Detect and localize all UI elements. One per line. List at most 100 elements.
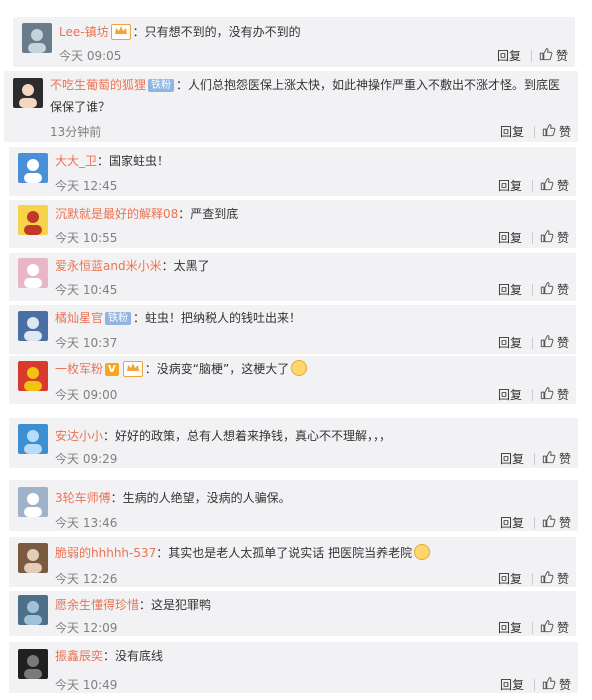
colon-separator: ： bbox=[144, 362, 157, 376]
comment-item: 3轮车师傅：生病的人绝望，没病的人骗保。 今天 13:46 回复 赞 bbox=[9, 480, 578, 531]
comment-content: 脆弱的hhhhh-537：其实也是老人太孤单了说实话 把医院当养老院 bbox=[55, 543, 568, 563]
username-link[interactable]: 橘灿星官 bbox=[55, 311, 103, 325]
reply-button[interactable]: 回复 bbox=[498, 386, 522, 403]
timestamp: 13分钟前 bbox=[50, 125, 102, 139]
like-label: 赞 bbox=[557, 283, 570, 297]
username-link[interactable]: 愿余生懂得珍惜 bbox=[55, 598, 139, 612]
reply-button[interactable]: 回复 bbox=[500, 450, 524, 467]
divider bbox=[532, 389, 533, 401]
like-label: 赞 bbox=[557, 179, 570, 193]
reply-button[interactable]: 回复 bbox=[500, 676, 524, 693]
comment-content: 橘灿星官 铁粉 ：蛀虫！把纳税人的钱吐出来！ bbox=[55, 308, 568, 328]
thumbs-up-icon bbox=[542, 123, 556, 140]
comment-item: 橘灿星官 铁粉 ：蛀虫！把纳税人的钱吐出来！ 今天 10:37 回复 赞 bbox=[9, 305, 576, 354]
emoji-icon bbox=[291, 360, 308, 376]
colon-separator: ： bbox=[132, 25, 145, 39]
reply-button[interactable]: 回复 bbox=[500, 514, 524, 531]
username-link[interactable]: 一枚军粉 bbox=[55, 362, 103, 376]
divider bbox=[532, 573, 533, 585]
divider bbox=[534, 679, 535, 691]
username-link[interactable]: 不吃生葡萄的狐狸 bbox=[50, 78, 146, 92]
timestamp: 今天 12:45 bbox=[55, 179, 118, 193]
like-button[interactable]: 赞 bbox=[540, 229, 569, 246]
username-link[interactable]: 大大_卫 bbox=[55, 154, 97, 168]
colon-separator: ： bbox=[103, 649, 116, 663]
colon-separator: ： bbox=[103, 429, 116, 443]
thumbs-up-icon bbox=[540, 570, 554, 587]
reply-button[interactable]: 回复 bbox=[498, 281, 522, 298]
timestamp: 今天 10:37 bbox=[55, 336, 118, 350]
like-button[interactable]: 赞 bbox=[540, 619, 569, 636]
avatar[interactable] bbox=[13, 78, 43, 108]
comment-text: 好好的政策，总有人想着来挣钱，真心不不理解，，， bbox=[115, 429, 392, 443]
verified-badge[interactable]: V bbox=[105, 363, 119, 376]
username-link[interactable]: Lee-镇坊 bbox=[59, 25, 109, 39]
like-label: 赞 bbox=[557, 336, 570, 350]
avatar[interactable] bbox=[18, 595, 48, 625]
avatar[interactable] bbox=[18, 311, 48, 341]
comment-content: 沉默就是最好的解释08：严查到底 bbox=[55, 204, 568, 224]
reply-button[interactable]: 回复 bbox=[498, 619, 522, 636]
avatar[interactable] bbox=[18, 258, 48, 288]
fan-badge[interactable]: 铁粉 bbox=[148, 79, 175, 92]
comment-text: 没有底线 bbox=[115, 649, 164, 663]
comment-text: 没病变“脑梗”，这梗大了 bbox=[156, 362, 290, 376]
like-button[interactable]: 赞 bbox=[540, 334, 569, 351]
comment-content: 安达小小：好好的政策，总有人想着来挣钱，真心不不理解，，， bbox=[55, 426, 570, 446]
reply-button[interactable]: 回复 bbox=[500, 123, 524, 140]
reply-button[interactable]: 回复 bbox=[497, 47, 521, 64]
divider bbox=[534, 126, 535, 138]
avatar[interactable] bbox=[18, 543, 48, 573]
emoji-icon bbox=[414, 544, 431, 560]
like-label: 赞 bbox=[557, 388, 570, 402]
like-button[interactable]: 赞 bbox=[540, 570, 569, 587]
comment-item: 不吃生葡萄的狐狸 铁粉 ：人们总抱怨医保上涨太快，如此神操作严重入不敷出不涨才怪。到… bbox=[4, 71, 578, 142]
like-button[interactable]: 赞 bbox=[542, 514, 571, 531]
avatar[interactable] bbox=[18, 424, 48, 454]
like-button[interactable]: 赞 bbox=[542, 450, 571, 467]
like-button[interactable]: 赞 bbox=[542, 123, 571, 140]
username-link[interactable]: 3轮车师傅 bbox=[55, 491, 111, 505]
thumbs-up-icon bbox=[542, 450, 556, 467]
username-link[interactable]: 爱永恒蓝and米小米 bbox=[55, 259, 162, 273]
timestamp: 今天 10:49 bbox=[55, 678, 118, 692]
vip-crown-icon[interactable] bbox=[122, 361, 143, 377]
avatar[interactable] bbox=[18, 361, 48, 391]
comment-text: 这是犯罪鸭 bbox=[151, 598, 212, 612]
comment-text: 只有想不到的，没有办不到的 bbox=[144, 25, 301, 39]
vip-crown-icon[interactable] bbox=[110, 24, 131, 40]
avatar[interactable] bbox=[18, 649, 48, 679]
colon-separator: ： bbox=[156, 546, 169, 560]
reply-button[interactable]: 回复 bbox=[498, 570, 522, 587]
divider bbox=[534, 453, 535, 465]
thumbs-up-icon bbox=[540, 386, 554, 403]
reply-button[interactable]: 回复 bbox=[498, 229, 522, 246]
timestamp: 今天 12:26 bbox=[55, 572, 118, 586]
like-button[interactable]: 赞 bbox=[542, 676, 571, 693]
thumbs-up-icon bbox=[540, 229, 554, 246]
timestamp: 今天 10:55 bbox=[55, 231, 118, 245]
like-label: 赞 bbox=[559, 452, 572, 466]
like-button[interactable]: 赞 bbox=[540, 386, 569, 403]
like-button[interactable]: 赞 bbox=[539, 47, 568, 64]
username-link[interactable]: 振鑫辰奕 bbox=[55, 649, 103, 663]
like-button[interactable]: 赞 bbox=[540, 177, 569, 194]
fan-badge[interactable]: 铁粉 bbox=[105, 312, 132, 325]
username-link[interactable]: 脆弱的hhhhh-537 bbox=[55, 546, 156, 560]
like-button[interactable]: 赞 bbox=[540, 281, 569, 298]
comment-item: Lee-镇坊 ：只有想不到的，没有办不到的 今天 09:05 回复 赞 bbox=[13, 17, 575, 67]
avatar[interactable] bbox=[22, 23, 52, 53]
thumbs-up-icon bbox=[540, 281, 554, 298]
divider bbox=[532, 232, 533, 244]
comment-item: 振鑫辰奕：没有底线今天 10:49 回复 赞 bbox=[9, 642, 578, 693]
like-label: 赞 bbox=[559, 516, 572, 530]
avatar[interactable] bbox=[18, 487, 48, 517]
comment-text: 太黑了 bbox=[173, 259, 210, 273]
colon-separator: ： bbox=[161, 259, 174, 273]
reply-button[interactable]: 回复 bbox=[498, 334, 522, 351]
username-link[interactable]: 安达小小 bbox=[55, 429, 103, 443]
reply-button[interactable]: 回复 bbox=[498, 177, 522, 194]
avatar[interactable] bbox=[18, 205, 48, 235]
username-link[interactable]: 沉默就是最好的解释08 bbox=[55, 207, 178, 221]
avatar[interactable] bbox=[18, 153, 48, 183]
